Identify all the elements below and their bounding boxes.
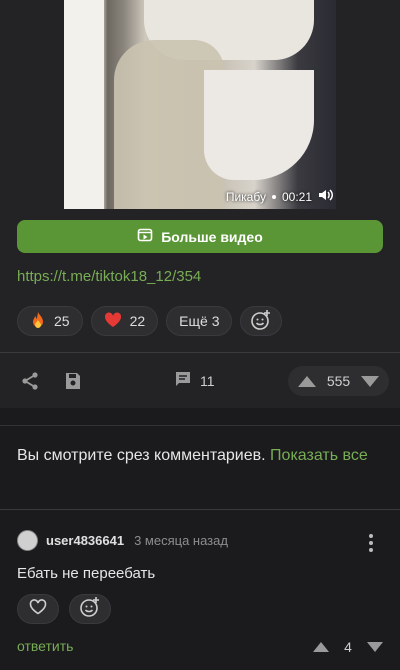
comment-text: Ебать не переебать <box>17 565 156 582</box>
more-reactions-button[interactable]: Ещё 3 <box>166 306 233 336</box>
video-frame-wall <box>64 0 104 209</box>
comment-header: user4836641 3 месяца назад <box>17 530 383 552</box>
comments-slice-notice: Вы смотрите срез комментариев. Показать … <box>17 443 387 468</box>
rating-value: 555 <box>326 373 351 389</box>
more-options-icon[interactable] <box>369 534 373 552</box>
add-emoji-icon <box>79 596 101 623</box>
comments-count: 11 <box>200 372 215 389</box>
section-gap <box>0 408 400 426</box>
more-reactions-label: Ещё 3 <box>179 313 220 329</box>
reaction-count: 25 <box>54 313 70 329</box>
comment-username[interactable]: user4836641 <box>46 533 124 548</box>
upvote-icon[interactable] <box>313 642 329 652</box>
volume-icon[interactable] <box>318 188 334 205</box>
reaction-count: 22 <box>129 313 146 329</box>
comment-rating: 4 <box>313 634 383 660</box>
notice-text: Вы смотрите срез комментариев. <box>17 447 266 464</box>
downvote-icon[interactable] <box>360 375 379 387</box>
downvote-icon[interactable] <box>366 642 383 652</box>
reaction-heart[interactable]: 22 <box>90 306 159 336</box>
post-card: Пикабу 00:21 Больше видео https://t.me/t… <box>0 0 400 408</box>
separator-dot <box>271 194 276 199</box>
reply-link[interactable]: ответить <box>17 638 73 654</box>
show-all-link[interactable]: Показать все <box>270 447 368 464</box>
add-emoji-icon <box>250 309 272 334</box>
comment-time: 3 месяца назад <box>134 533 228 548</box>
divider <box>0 509 400 510</box>
video-player[interactable]: Пикабу 00:21 <box>64 0 336 209</box>
comment-icon <box>174 370 192 391</box>
heart-icon <box>104 311 122 331</box>
post-rating: 555 <box>288 366 389 396</box>
more-video-label: Больше видео <box>161 228 263 245</box>
video-duration: 00:21 <box>281 189 312 204</box>
reactions-bar: 25 22 Ещё 3 <box>17 306 283 336</box>
comments-button[interactable]: 11 <box>174 370 215 391</box>
avatar[interactable] <box>17 530 38 551</box>
video-library-icon <box>137 227 153 246</box>
upvote-icon[interactable] <box>298 375 316 387</box>
more-video-button[interactable]: Больше видео <box>17 220 383 253</box>
like-button[interactable] <box>17 594 59 624</box>
reaction-fire[interactable]: 25 <box>17 306 83 336</box>
video-source: Пикабу <box>225 189 266 204</box>
heart-outline-icon <box>29 598 47 620</box>
add-reaction-button[interactable] <box>69 594 111 624</box>
fire-icon <box>30 311 46 332</box>
comment-rating-value: 4 <box>344 639 352 655</box>
divider <box>0 352 400 353</box>
comment-reactions <box>17 594 111 624</box>
video-meta: Пикабу 00:21 <box>226 188 334 205</box>
post-link[interactable]: https://t.me/tiktok18_12/354 <box>17 268 201 285</box>
share-icon[interactable] <box>20 371 40 396</box>
save-icon[interactable] <box>63 371 83 396</box>
video-frame-torso <box>204 70 314 180</box>
add-reaction-button[interactable] <box>240 306 283 336</box>
